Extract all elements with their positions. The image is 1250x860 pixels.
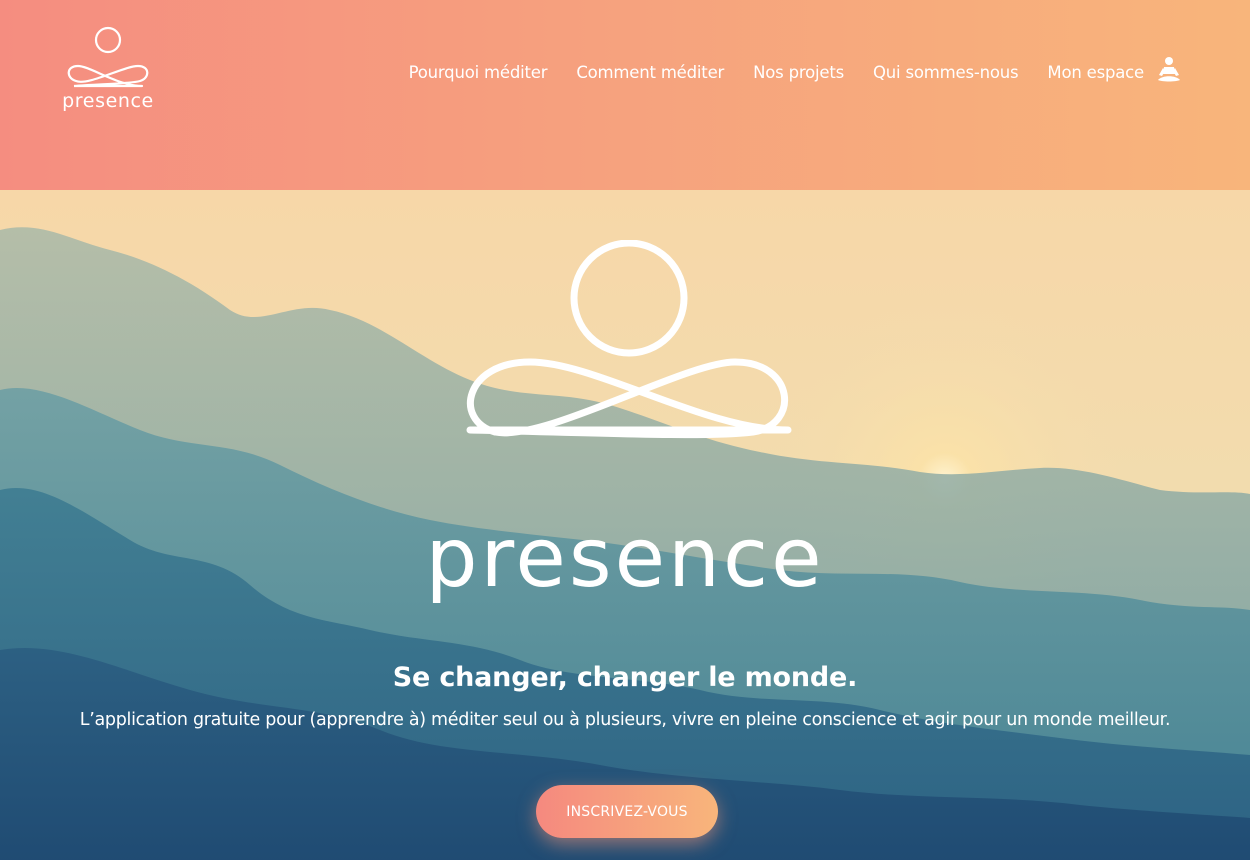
nav-link-pourquoi-mediter[interactable]: Pourquoi méditer (409, 63, 548, 82)
meditation-user-icon (1156, 56, 1182, 88)
hero-tagline: Se changer, changer le monde. (392, 662, 858, 693)
logo-link[interactable]: presence (58, 26, 158, 116)
nav-link-comment-mediter[interactable]: Comment méditer (576, 63, 724, 82)
hero-brand: presence (425, 511, 825, 606)
hero-subtitle: L’application gratuite pour (apprendre à… (79, 710, 1171, 730)
presence-logo-icon (67, 26, 149, 88)
nav-link-nos-projets[interactable]: Nos projets (753, 63, 844, 82)
signup-button[interactable]: INSCRIVEZ-VOUS (536, 785, 718, 838)
hero-section: presence Se changer, changer le monde. L… (0, 190, 1250, 860)
main-nav: Pourquoi méditer Comment méditer Nos pro… (409, 56, 1182, 88)
logo-text: presence (62, 90, 154, 112)
nav-link-qui-sommes-nous[interactable]: Qui sommes-nous (873, 63, 1019, 82)
presence-hero-logo-icon (466, 240, 792, 439)
nav-link-mon-espace[interactable]: Mon espace (1047, 56, 1182, 88)
site-header: presence Pourquoi méditer Comment médite… (0, 0, 1250, 190)
nav-link-mon-espace-label: Mon espace (1047, 62, 1144, 82)
